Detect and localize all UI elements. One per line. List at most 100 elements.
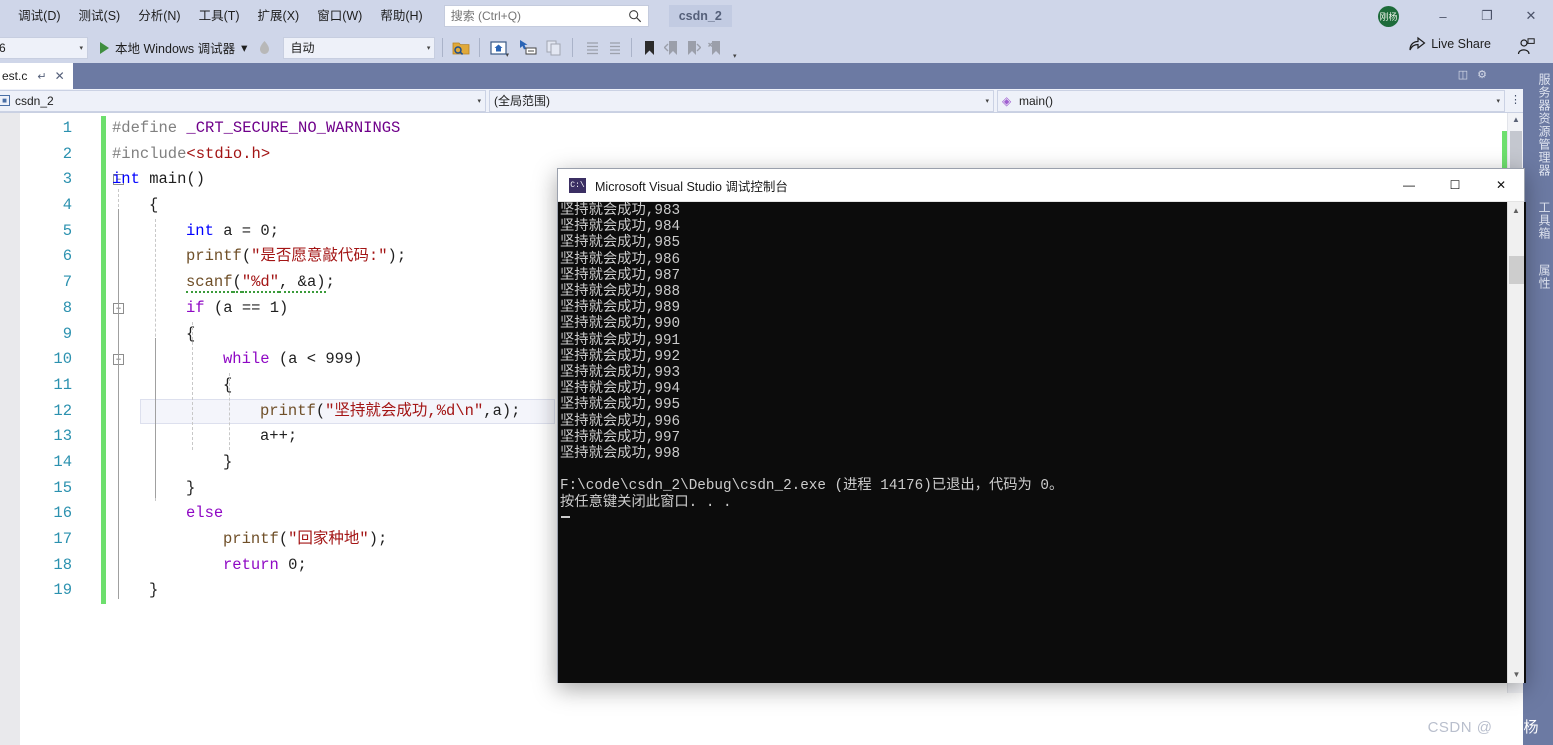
indent-guide xyxy=(229,373,230,451)
console-scroll-down-icon[interactable]: ▼ xyxy=(1508,666,1525,683)
platform-combo[interactable]: 自动 ▾ xyxy=(283,36,436,59)
navigation-bar: ■ csdn_2 ▾ (全局范围) ▾ ◈ main() ▾ ⋮ xyxy=(0,89,1523,113)
chevron-down-icon: ▾ xyxy=(1496,97,1500,105)
toolbar-separator xyxy=(630,38,632,57)
dock-item-toolbox[interactable]: 工具箱 xyxy=(1523,191,1553,254)
code-text: printf("坚持就会成功,%d\n",a); xyxy=(260,401,521,420)
copy-icon xyxy=(543,37,565,59)
share-icon xyxy=(1409,36,1426,51)
line-number: 6 xyxy=(62,247,72,266)
menu-item-extensions[interactable]: 扩展(X) xyxy=(249,3,309,29)
watermark-author: 刚刚杨 xyxy=(1492,719,1539,736)
start-debug-label: 本地 Windows 调试器 xyxy=(115,42,236,56)
split-view-icon[interactable]: ◫ xyxy=(1458,68,1468,81)
code-text: while (a < 999) xyxy=(223,350,363,369)
start-debug-button[interactable]: 本地 Windows 调试器 ▾ xyxy=(100,38,247,57)
visual-studio-window: ) 调试(D) 测试(S) 分析(N) 工具(T) 扩展(X) 窗口(W) 帮助… xyxy=(0,0,1553,745)
chevron-down-icon: ▾ xyxy=(985,97,989,105)
change-marker xyxy=(101,218,106,245)
console-scrollbar-thumb[interactable] xyxy=(1509,256,1524,284)
change-marker xyxy=(101,372,106,399)
navbar-project-combo[interactable]: ■ csdn_2 ▾ xyxy=(0,89,486,112)
fold-guide-line xyxy=(155,337,156,498)
change-marker xyxy=(101,475,106,502)
live-share-label: Live Share xyxy=(1431,36,1491,51)
line-number: 3 xyxy=(62,170,72,189)
code-line[interactable]: 1 #define _CRT_SECURE_NO_WARNINGS xyxy=(0,116,1523,142)
menu-item-test[interactable]: 测试(S) xyxy=(70,3,130,29)
console-output-area[interactable]: 坚持就会成功,983 坚持就会成功,984 坚持就会成功,985 坚持就会成功,… xyxy=(558,202,1526,683)
console-scrollbar[interactable]: ▲ ▼ xyxy=(1507,202,1524,683)
pin-icon[interactable]: ↵ xyxy=(37,70,46,83)
console-icon: C:\ xyxy=(569,177,586,193)
line-number: 8 xyxy=(62,298,72,317)
hot-reload-icon[interactable] xyxy=(253,37,275,59)
toolbar-separator xyxy=(442,38,444,57)
line-number: 10 xyxy=(53,350,72,369)
project-chip[interactable]: csdn_2 xyxy=(668,5,732,27)
chevron-down-icon: ▾ xyxy=(426,44,431,52)
change-marker xyxy=(101,295,106,322)
menu-item-debug[interactable]: 调试(D) xyxy=(9,3,69,29)
line-number: 11 xyxy=(53,375,72,394)
configuration-combo[interactable]: 6 ▾ xyxy=(0,36,88,59)
gear-icon[interactable]: ⚙ xyxy=(1477,68,1487,81)
folder-search-icon[interactable] xyxy=(450,37,472,59)
minimize-button[interactable]: – xyxy=(1421,1,1465,31)
code-text: } xyxy=(223,452,233,471)
change-marker xyxy=(101,398,106,425)
dock-item-properties[interactable]: 属性 xyxy=(1523,254,1553,304)
line-number: 14 xyxy=(53,452,72,471)
code-line[interactable]: 2 #include<stdio.h> xyxy=(0,141,1523,168)
navbar-member-combo[interactable]: ◈ main() ▾ xyxy=(997,89,1505,112)
bookmark-icon[interactable] xyxy=(639,37,661,59)
code-text: else xyxy=(186,504,224,523)
debug-toolbar: 6 ▾ 本地 Windows 调试器 ▾ 自动 ▾ ▾ ▾ xyxy=(0,32,1553,63)
search-box[interactable] xyxy=(443,5,649,27)
menu-item-clipped[interactable]: ) xyxy=(0,3,9,29)
code-text: printf("回家种地"); xyxy=(223,530,388,548)
code-text: if (a == 1) xyxy=(186,298,289,317)
select-element-icon[interactable] xyxy=(517,37,539,59)
line-number: 13 xyxy=(53,427,72,446)
console-maximize-button[interactable]: ☐ xyxy=(1432,169,1478,202)
scroll-up-icon[interactable]: ▲ xyxy=(1512,115,1520,124)
outdent-icon xyxy=(602,37,624,59)
indent-guide xyxy=(192,321,193,451)
console-minimize-button[interactable]: — xyxy=(1386,169,1432,202)
menu-item-analyze[interactable]: 分析(N) xyxy=(129,3,189,29)
navbar-pin-icon[interactable]: ⋮ xyxy=(1510,93,1521,106)
close-icon[interactable]: ✕ xyxy=(55,69,65,83)
code-text: a++; xyxy=(260,427,298,446)
line-number: 12 xyxy=(53,401,72,420)
toolbar-overflow-icon[interactable]: ▾ xyxy=(733,52,737,60)
debug-console-window[interactable]: C:\ Microsoft Visual Studio 调试控制台 — ☐ ✕ … xyxy=(557,168,1526,683)
line-number: 16 xyxy=(53,504,72,523)
change-marker xyxy=(101,321,106,348)
navbar-scope-combo[interactable]: (全局范围) ▾ xyxy=(489,89,994,112)
menu-item-window[interactable]: 窗口(W) xyxy=(308,3,371,29)
maximize-button[interactable]: ❐ xyxy=(1465,1,1509,31)
method-icon: ◈ xyxy=(1002,93,1012,108)
avatar[interactable]: 刚杨 xyxy=(1378,5,1399,27)
console-title-bar[interactable]: C:\ Microsoft Visual Studio 调试控制台 — ☐ ✕ xyxy=(558,169,1524,202)
menu-item-tools[interactable]: 工具(T) xyxy=(190,3,249,29)
home-window-icon[interactable] xyxy=(487,37,509,59)
dock-item-server-explorer[interactable]: 服务器资源管理器 xyxy=(1523,63,1553,191)
navbar-scope-label: (全局范围) xyxy=(494,94,550,108)
document-tab-test-c[interactable]: est.c ↵ ✕ xyxy=(0,63,73,89)
live-share-button[interactable]: Live Share xyxy=(1409,36,1491,51)
console-window-controls: — ☐ ✕ xyxy=(1386,169,1524,202)
menu-item-help[interactable]: 帮助(H) xyxy=(371,3,431,29)
console-scroll-up-icon[interactable]: ▲ xyxy=(1508,202,1524,219)
watermark-prefix: CSDN @ xyxy=(1427,719,1493,736)
console-close-button[interactable]: ✕ xyxy=(1478,169,1524,202)
feedback-icon[interactable] xyxy=(1517,38,1535,60)
close-button[interactable]: ✕ xyxy=(1509,1,1553,31)
project-icon: ■ xyxy=(0,95,10,106)
fold-guide-line xyxy=(118,209,119,599)
change-marker xyxy=(101,167,106,194)
search-input[interactable] xyxy=(444,9,620,23)
editor-left-margin-bottom xyxy=(0,693,20,745)
right-dock: 服务器资源管理器 工具箱 属性 xyxy=(1523,63,1553,745)
